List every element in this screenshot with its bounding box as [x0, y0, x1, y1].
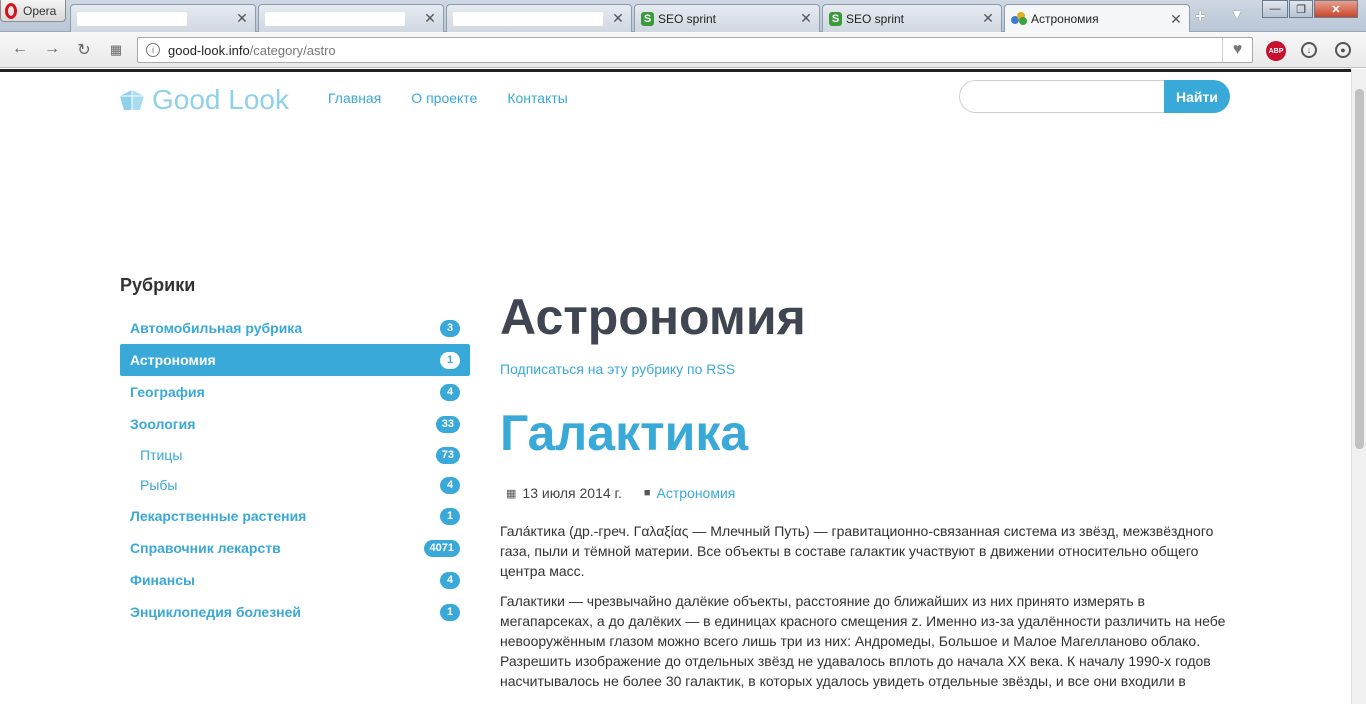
- category-label: Справочник лекарств: [130, 540, 281, 556]
- categories-sidebar: Рубрики Автомобильная рубрика 3 Астроном…: [120, 275, 470, 628]
- category-label: Зоология: [130, 416, 196, 432]
- main-nav: Главная О проекте Контакты: [328, 90, 568, 106]
- tab-close-icon[interactable]: ✕: [1169, 11, 1183, 28]
- maximize-window-icon[interactable]: ❐: [1289, 0, 1313, 18]
- tab-close-icon[interactable]: ✕: [981, 10, 995, 27]
- category-item-diseases[interactable]: Энциклопедия болезней 1: [120, 596, 470, 628]
- category-item-birds[interactable]: Птицы 73: [120, 440, 470, 470]
- search-input[interactable]: [959, 80, 1174, 113]
- url-field[interactable]: i good-look.info/category/astro ♥: [137, 37, 1253, 63]
- post-paragraph: Гала́ктика (др.-греч. Γαλαξίας — Млечный…: [500, 523, 1214, 579]
- speed-dial-grid-icon[interactable]: ▦: [106, 42, 126, 58]
- reload-icon[interactable]: ↻: [74, 40, 94, 60]
- category-item-medicinal-plants[interactable]: Лекарственные растения 1: [120, 500, 470, 532]
- browser-address-bar: ← → ↻ ▦ i good-look.info/category/astro …: [0, 32, 1366, 68]
- nav-link-home[interactable]: Главная: [328, 90, 381, 106]
- post-meta: ▦ 13 июля 2014 г. ■ Астрономия: [500, 485, 1240, 501]
- downloads-icon[interactable]: ↓: [1301, 42, 1317, 58]
- search-form: Найти: [959, 80, 1230, 113]
- post-date: 13 июля 2014 г.: [522, 485, 622, 501]
- category-label: Птицы: [140, 447, 183, 463]
- close-window-icon[interactable]: ✕: [1314, 0, 1358, 18]
- category-count-badge: 4: [440, 383, 460, 401]
- browser-tab[interactable]: ✕: [70, 4, 256, 32]
- category-item-auto[interactable]: Автомобильная рубрика 3: [120, 312, 470, 344]
- category-count-badge: 4071: [423, 539, 460, 557]
- redacted-tab-title: [77, 11, 187, 26]
- category-label: Астрономия: [130, 352, 216, 368]
- astronomy-favicon-icon: [1011, 12, 1027, 26]
- browser-tabstrip: Opera ✕ ✕ ✕ S SEO sprint ✕ S SEO sprint …: [0, 0, 1366, 33]
- category-label: География: [130, 384, 205, 400]
- site-info-icon[interactable]: i: [146, 43, 160, 57]
- category-item-finance[interactable]: Финансы 4: [120, 564, 470, 596]
- category-label: Финансы: [130, 572, 195, 588]
- category-count-badge: 1: [440, 507, 460, 525]
- browser-tab[interactable]: ✕: [258, 4, 444, 32]
- category-item-fish[interactable]: Рыбы 4: [120, 470, 470, 500]
- logo-text: Good Look: [152, 84, 289, 115]
- category-item-drug-reference[interactable]: Справочник лекарств 4071: [120, 532, 470, 564]
- folder-icon: ■: [643, 487, 651, 499]
- post-category-link[interactable]: Астрономия: [657, 485, 736, 501]
- post-title[interactable]: Галактика: [500, 403, 1240, 463]
- category-label: Рыбы: [140, 477, 178, 493]
- browser-tab[interactable]: S SEO sprint ✕: [634, 4, 820, 32]
- category-label: Автомобильная рубрика: [130, 320, 303, 336]
- sidebar-title: Рубрики: [120, 275, 196, 295]
- browser-tab[interactable]: ✕: [446, 4, 632, 32]
- scrollbar-thumb[interactable]: [1355, 89, 1364, 449]
- tab-close-icon[interactable]: ✕: [611, 10, 625, 27]
- category-count-badge: 1: [440, 351, 460, 369]
- calendar-icon: ▦: [506, 487, 517, 500]
- category-item-astronomy[interactable]: Астрономия 1: [120, 344, 470, 376]
- category-item-geography[interactable]: География 4: [120, 376, 470, 408]
- category-label: Лекарственные растения: [130, 508, 307, 524]
- browser-tab[interactable]: S SEO sprint ✕: [822, 4, 1002, 32]
- forward-arrow-icon[interactable]: →: [42, 40, 62, 58]
- tab-close-icon[interactable]: ✕: [235, 10, 249, 27]
- nav-link-about[interactable]: О проекте: [411, 90, 477, 106]
- url-host: good-look.info: [168, 42, 250, 58]
- tab-label: SEO sprint: [846, 11, 905, 26]
- bookmark-heart-icon[interactable]: ♥: [1222, 38, 1252, 62]
- category-count-badge: 73: [435, 446, 460, 464]
- category-count-badge: 4: [440, 476, 460, 494]
- page-title: Астрономия: [500, 289, 806, 345]
- tab-close-icon[interactable]: ✕: [799, 10, 813, 27]
- category-count-badge: 3: [440, 319, 460, 337]
- url-path: /category/astro: [249, 42, 336, 58]
- category-label: Энциклопедия болезней: [130, 604, 302, 620]
- back-arrow-icon[interactable]: ←: [10, 40, 30, 58]
- minimize-window-icon[interactable]: —: [1262, 0, 1288, 18]
- rss-subscribe-link[interactable]: Подписаться на эту рубрику по RSS: [500, 361, 1240, 377]
- search-button[interactable]: Найти: [1164, 80, 1230, 113]
- tab-label: Астрономия: [1031, 12, 1099, 26]
- nav-link-contacts[interactable]: Контакты: [507, 90, 567, 106]
- web-page: Good Look Главная О проекте Контакты Най…: [0, 69, 1351, 704]
- post-paragraph: Галактики — чрезвычайно далёкие объекты,…: [500, 593, 1226, 689]
- account-icon[interactable]: ●: [1335, 42, 1351, 58]
- tab-label: SEO sprint: [658, 11, 717, 26]
- tab-close-icon[interactable]: ✕: [423, 10, 437, 27]
- category-count-badge: 1: [440, 603, 460, 621]
- main-content: Астрономия Подписаться на эту рубрику по…: [500, 287, 1240, 691]
- new-tab-plus-icon[interactable]: +: [1195, 6, 1206, 27]
- seo-sprint-favicon-icon: S: [641, 11, 654, 26]
- site-logo[interactable]: Good Look: [118, 84, 289, 116]
- seo-sprint-favicon-icon: S: [829, 11, 842, 26]
- tab-menu-icon[interactable]: ▼: [1230, 6, 1244, 22]
- opera-logo-icon: [5, 2, 17, 19]
- category-item-zoology[interactable]: Зоология 33: [120, 408, 470, 440]
- page-scrollbar[interactable]: [1351, 69, 1366, 704]
- redacted-tab-title: [453, 11, 603, 26]
- redacted-tab-title: [265, 11, 405, 26]
- opera-menu-button[interactable]: Opera: [0, 0, 66, 22]
- adblock-plus-icon[interactable]: ABP: [1266, 41, 1286, 61]
- category-count-badge: 4: [440, 571, 460, 589]
- browser-tab-active[interactable]: Астрономия ✕: [1004, 4, 1190, 33]
- opera-menu-label: Opera: [23, 3, 57, 18]
- logo-leaf-icon: [120, 90, 144, 110]
- category-count-badge: 33: [435, 415, 460, 433]
